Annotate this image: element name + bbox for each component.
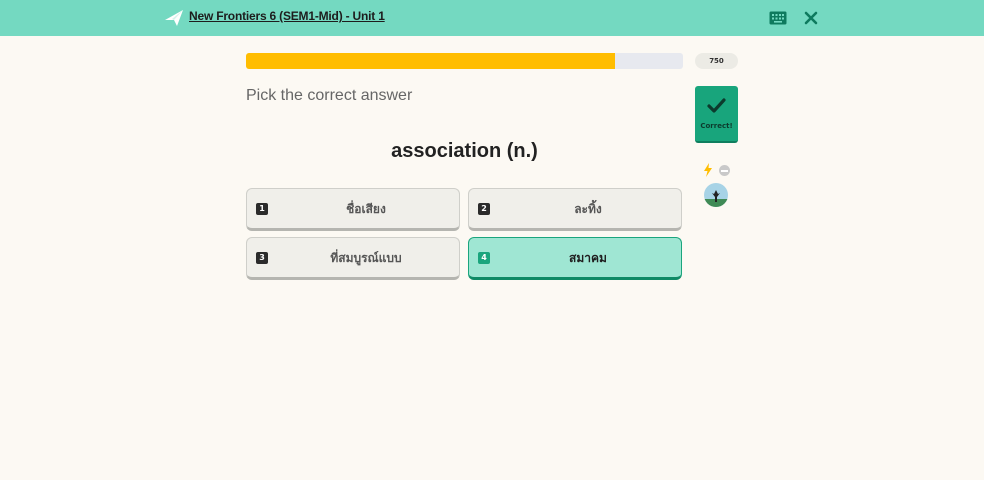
quiz-title[interactable]: New Frontiers 6 (SEM1-Mid) - Unit 1 <box>189 9 385 23</box>
option-number: 4 <box>478 252 490 264</box>
lightning-bolt-icon[interactable] <box>703 163 713 177</box>
answer-option-2[interactable]: 2 ละทิ้ง <box>468 188 682 231</box>
option-text: ที่สมบูรณ์แบบ <box>330 251 402 265</box>
question-prompt: Pick the correct answer <box>246 87 413 104</box>
option-text: สมาคม <box>569 251 607 265</box>
progress-fill <box>246 53 616 69</box>
answer-option-3[interactable]: 3 ที่สมบูรณ์แบบ <box>246 237 460 280</box>
paper-plane-icon <box>165 10 183 26</box>
option-number: 2 <box>478 203 490 215</box>
option-number: 1 <box>256 203 268 215</box>
progress-bar <box>246 53 683 69</box>
option-text: ละทิ้ง <box>574 202 602 216</box>
correct-label: Correct! <box>700 122 733 130</box>
option-number: 3 <box>256 252 268 264</box>
question-word: association (n.) <box>391 140 538 162</box>
checkmark-icon <box>707 98 726 113</box>
option-text: ชื่อเสียง <box>346 202 386 216</box>
correct-feedback-card: Correct! <box>695 86 738 143</box>
keyboard-icon[interactable] <box>769 11 787 25</box>
avatar-icon <box>704 183 728 207</box>
header-bar: New Frontiers 6 (SEM1-Mid) - Unit 1 <box>0 0 984 36</box>
close-icon[interactable] <box>803 10 819 26</box>
answer-option-4[interactable]: 4 สมาคม <box>468 237 682 280</box>
answer-option-1[interactable]: 1 ชื่อเสียง <box>246 188 460 231</box>
score-badge: 750 <box>695 53 738 69</box>
minus-circle-icon <box>719 165 730 176</box>
